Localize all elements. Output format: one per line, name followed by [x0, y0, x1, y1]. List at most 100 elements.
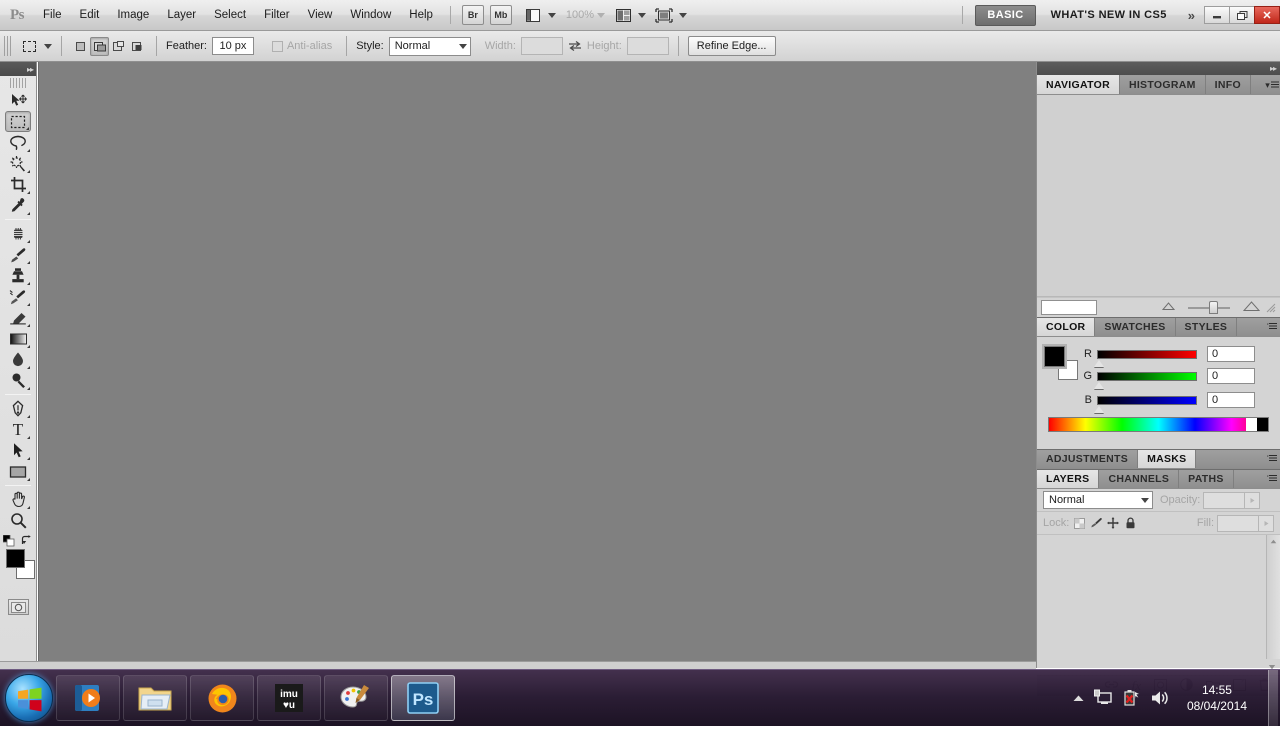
start-orb-icon[interactable] — [5, 674, 53, 722]
collapse-dock-icon[interactable]: ▸▸ — [1270, 64, 1277, 73]
width-input[interactable] — [520, 37, 563, 55]
color-panel-foreground-swatch[interactable] — [1042, 344, 1067, 369]
anti-alias-checkbox[interactable] — [271, 40, 283, 52]
horizontal-type-tool[interactable]: T — [5, 419, 31, 440]
layers-list[interactable] — [1037, 535, 1280, 659]
layers-scrollbar[interactable] — [1266, 535, 1280, 659]
tool-preset-caret[interactable] — [44, 43, 52, 49]
style-select[interactable]: Normal — [388, 36, 471, 56]
menu-select[interactable]: Select — [205, 5, 255, 25]
default-colors-icon[interactable] — [2, 534, 15, 547]
rectangular-marquee-icon[interactable] — [17, 35, 41, 57]
tab-channels[interactable]: CHANNELS — [1099, 470, 1180, 488]
menu-image[interactable]: Image — [108, 5, 158, 25]
restore-button[interactable] — [1229, 6, 1255, 24]
tab-masks[interactable]: MASKS — [1138, 450, 1197, 468]
eraser-tool[interactable] — [5, 307, 31, 328]
taskbar-windows-media-player[interactable] — [56, 675, 120, 721]
channel-value-g[interactable]: 0 — [1207, 368, 1255, 384]
spectrum-black-swatch[interactable] — [1257, 418, 1268, 431]
rectangle-tool[interactable] — [5, 461, 31, 482]
toolbox-header[interactable]: ▸▸ — [0, 62, 36, 76]
new-selection-button[interactable] — [71, 37, 90, 56]
taskbar-windows-explorer[interactable] — [123, 675, 187, 721]
menu-layer[interactable]: Layer — [158, 5, 205, 25]
adjustments-panel-menu-icon[interactable] — [1264, 450, 1280, 468]
channel-slider-r[interactable] — [1094, 349, 1197, 367]
tab-color[interactable]: COLOR — [1037, 318, 1096, 336]
document-canvas-area[interactable] — [38, 62, 1036, 668]
refine-edge-button[interactable]: Refine Edge... — [687, 36, 776, 56]
rectangular-marquee-tool[interactable] — [5, 111, 31, 132]
options-bar-grip[interactable] — [4, 36, 11, 56]
taskbar-paint[interactable] — [324, 675, 388, 721]
dock-header[interactable]: ▸▸ — [1037, 62, 1280, 75]
feather-input[interactable]: 10 px — [211, 37, 254, 55]
arrange-documents-caret[interactable] — [638, 12, 647, 18]
opacity-slider-arrow[interactable] — [1245, 491, 1261, 509]
eyedropper-tool[interactable] — [5, 195, 31, 216]
navigator-zoom-input[interactable] — [1041, 300, 1097, 315]
lasso-tool[interactable] — [5, 132, 31, 153]
workspace-basic-button[interactable]: BASIC — [975, 4, 1036, 26]
channel-slider-g[interactable] — [1094, 371, 1197, 389]
navigator-zoom-slider[interactable] — [1182, 300, 1237, 315]
resize-grip-icon[interactable] — [1265, 302, 1276, 313]
layers-panel-menu-icon[interactable] — [1264, 470, 1280, 488]
lock-image-pixels-icon[interactable] — [1089, 517, 1103, 529]
tab-layers[interactable]: LAYERS — [1037, 470, 1100, 488]
close-button[interactable]: ✕ — [1254, 6, 1280, 24]
clone-stamp-tool[interactable] — [5, 265, 31, 286]
taskbar-photoshop[interactable]: Ps — [391, 675, 455, 721]
menu-window[interactable]: Window — [341, 5, 400, 25]
dodge-tool[interactable] — [5, 370, 31, 391]
swap-colors-icon[interactable] — [21, 535, 33, 550]
lock-position-icon[interactable] — [1106, 517, 1120, 529]
history-brush-tool[interactable] — [5, 286, 31, 307]
channel-value-b[interactable]: 0 — [1207, 392, 1255, 408]
fill-input[interactable] — [1217, 514, 1259, 532]
screen-mode-icon[interactable] — [652, 5, 676, 25]
tab-paths[interactable]: PATHS — [1179, 470, 1234, 488]
spectrum-white-swatch[interactable] — [1246, 418, 1257, 431]
menu-view[interactable]: View — [299, 5, 342, 25]
show-hidden-icons-arrow[interactable] — [1072, 694, 1085, 703]
zoom-in-icon[interactable] — [1242, 300, 1261, 315]
pen-tool[interactable] — [5, 398, 31, 419]
workspace-overflow-icon[interactable]: » — [1188, 8, 1195, 23]
menu-edit[interactable]: Edit — [71, 5, 109, 25]
color-panel-menu-icon[interactable] — [1264, 318, 1280, 336]
gradient-tool[interactable] — [5, 328, 31, 349]
view-extras-caret[interactable] — [547, 12, 556, 18]
volume-icon[interactable] — [1150, 689, 1170, 707]
blend-mode-select[interactable]: Normal — [1043, 491, 1153, 509]
tab-histogram[interactable]: HISTOGRAM — [1119, 75, 1206, 94]
workspace-whats-new-button[interactable]: WHAT'S NEW IN CS5 — [1040, 5, 1178, 26]
menu-file[interactable]: File — [34, 5, 71, 25]
lock-all-icon[interactable] — [1123, 517, 1137, 529]
opacity-input[interactable] — [1203, 491, 1246, 509]
crop-tool[interactable] — [5, 174, 31, 195]
swap-width-height-icon[interactable] — [563, 35, 587, 57]
show-desktop-button[interactable] — [1268, 669, 1278, 727]
menu-filter[interactable]: Filter — [255, 5, 299, 25]
hand-tool[interactable] — [5, 489, 31, 510]
color-spectrum-ramp[interactable] — [1048, 417, 1269, 432]
screen-mode-caret[interactable] — [679, 12, 688, 18]
path-selection-tool[interactable] — [5, 440, 31, 461]
channel-value-r[interactable]: 0 — [1207, 346, 1255, 362]
battery-error-icon[interactable] — [1123, 689, 1141, 707]
arrange-documents-icon[interactable] — [611, 5, 635, 25]
height-input[interactable] — [626, 37, 669, 55]
launch-bridge-button[interactable]: Br — [461, 5, 484, 25]
quick-selection-tool[interactable] — [5, 153, 31, 174]
tab-swatches[interactable]: SWATCHES — [1095, 318, 1176, 336]
intersect-with-selection-button[interactable] — [128, 37, 147, 56]
navigator-panel-menu-icon[interactable]: ▾ — [1264, 75, 1280, 94]
foreground-color-swatch[interactable] — [6, 549, 25, 568]
subtract-from-selection-button[interactable] — [109, 37, 128, 56]
brush-tool[interactable] — [5, 244, 31, 265]
channel-slider-b[interactable] — [1094, 395, 1197, 413]
zoom-tool[interactable] — [5, 510, 31, 531]
lock-transparent-pixels-icon[interactable] — [1072, 517, 1086, 529]
